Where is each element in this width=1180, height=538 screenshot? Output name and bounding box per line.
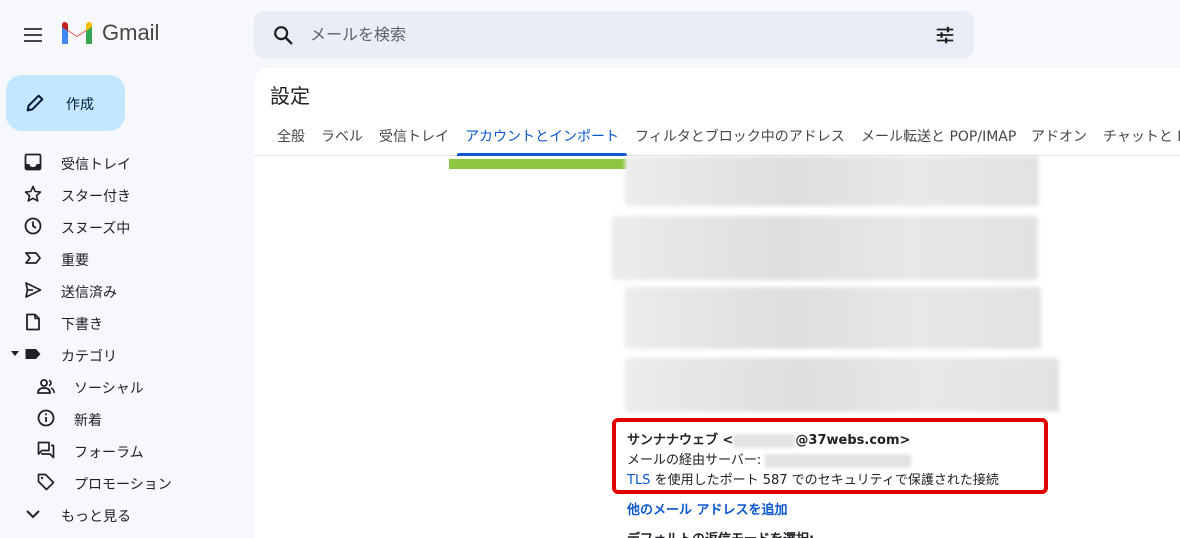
important-icon — [25, 252, 41, 264]
sidebar-item-important[interactable]: 重要 — [0, 242, 250, 274]
tab-addons[interactable]: アドオン — [1031, 126, 1087, 146]
add-email-link[interactable]: 他のメール アドレスを追加 — [627, 499, 788, 518]
sidebar-item-updates[interactable]: 新着 — [0, 402, 250, 434]
pencil-icon — [26, 94, 44, 112]
sidebar-item-promotions[interactable]: プロモーション — [0, 466, 250, 498]
sidebar-item-inbox[interactable]: 受信トレイ — [0, 146, 250, 178]
sidebar-item-label: カテゴリ — [61, 349, 117, 365]
sidebar-item-more[interactable]: もっと見る — [0, 498, 250, 530]
sidebar-item-label: プロモーション — [74, 477, 172, 493]
people-icon — [37, 379, 55, 394]
redacted-block — [612, 216, 1038, 280]
active-tab-indicator — [457, 153, 627, 156]
tab-accounts-import[interactable]: アカウントとインポート — [465, 126, 619, 146]
sidebar-item-label: スヌーズ中 — [61, 221, 131, 237]
redacted-block — [625, 156, 1039, 206]
compose-label: 作成 — [66, 97, 94, 113]
sidebar-item-label: 下書き — [61, 317, 103, 333]
redacted-block — [625, 358, 1059, 412]
info-icon — [37, 409, 55, 427]
highlight-box — [612, 418, 1048, 494]
search-input[interactable] — [310, 11, 890, 58]
settings-panel: 設定 全般 ラベル 受信トレイ アカウントとインポート フィルタとブロック中のア… — [254, 68, 1180, 538]
star-icon — [24, 185, 42, 202]
app-name: Gmail — [102, 20, 160, 45]
main-menu-icon[interactable] — [18, 20, 48, 50]
sidebar-item-label: 受信トレイ — [61, 157, 131, 173]
tab-chat[interactable]: チャットと M — [1103, 126, 1180, 146]
settings-tabs: 全般 ラベル 受信トレイ アカウントとインポート フィルタとブロック中のアドレス… — [254, 122, 1180, 156]
sidebar-item-label: 送信済み — [61, 285, 117, 301]
tab-general[interactable]: 全般 — [277, 126, 305, 146]
sidebar-item-social[interactable]: ソーシャル — [0, 370, 250, 402]
sidebar-item-label: 重要 — [61, 253, 89, 269]
sidebar-item-starred[interactable]: スター付き — [0, 178, 250, 210]
chevron-down-icon — [26, 510, 40, 519]
sidebar-item-label: フォーラム — [74, 445, 144, 461]
search-options-icon[interactable] — [934, 24, 956, 46]
tab-forwarding-pop-imap[interactable]: メール転送と POP/IMAP — [861, 126, 1016, 146]
gmail-logo[interactable]: Gmail — [60, 20, 159, 46]
sidebar-item-label: もっと見る — [61, 509, 131, 525]
tag-icon — [37, 473, 55, 491]
sidebar-item-snoozed[interactable]: スヌーズ中 — [0, 210, 250, 242]
tab-filters[interactable]: フィルタとブロック中のアドレス — [635, 126, 845, 146]
inbox-icon — [24, 153, 42, 171]
page-title: 設定 — [270, 84, 310, 108]
tab-inbox[interactable]: 受信トレイ — [379, 126, 449, 146]
sidebar-item-forums[interactable]: フォーラム — [0, 434, 250, 466]
send-icon — [25, 282, 42, 298]
gmail-m-icon — [62, 21, 92, 44]
compose-button[interactable]: 作成 — [6, 75, 125, 131]
search-icon[interactable] — [272, 24, 294, 46]
draft-icon — [26, 313, 40, 331]
redacted-block — [625, 287, 1041, 349]
label-icon — [25, 349, 41, 359]
sidebar-item-drafts[interactable]: 下書き — [0, 306, 250, 338]
top-bar: Gmail — [0, 0, 1180, 68]
sidebar-item-sent[interactable]: 送信済み — [0, 274, 250, 306]
search-bar[interactable] — [254, 11, 974, 58]
highlight-marker — [449, 159, 627, 169]
sidebar-item-label: 新着 — [74, 413, 102, 429]
sidebar-nav: 受信トレイ スター付き スヌーズ中 重要 送信済み 下書き カテゴリ ソーシャル… — [0, 146, 250, 530]
expand-caret-icon[interactable] — [11, 351, 19, 356]
sidebar-item-label: ソーシャル — [74, 381, 144, 397]
default-reply-label: デフォルトの返信モードを選択: — [627, 528, 814, 538]
sidebar-item-label: スター付き — [61, 189, 131, 205]
forum-icon — [37, 441, 55, 459]
clock-icon — [24, 217, 42, 235]
tab-labels[interactable]: ラベル — [321, 126, 363, 146]
sidebar-item-categories[interactable]: カテゴリ — [0, 338, 250, 370]
